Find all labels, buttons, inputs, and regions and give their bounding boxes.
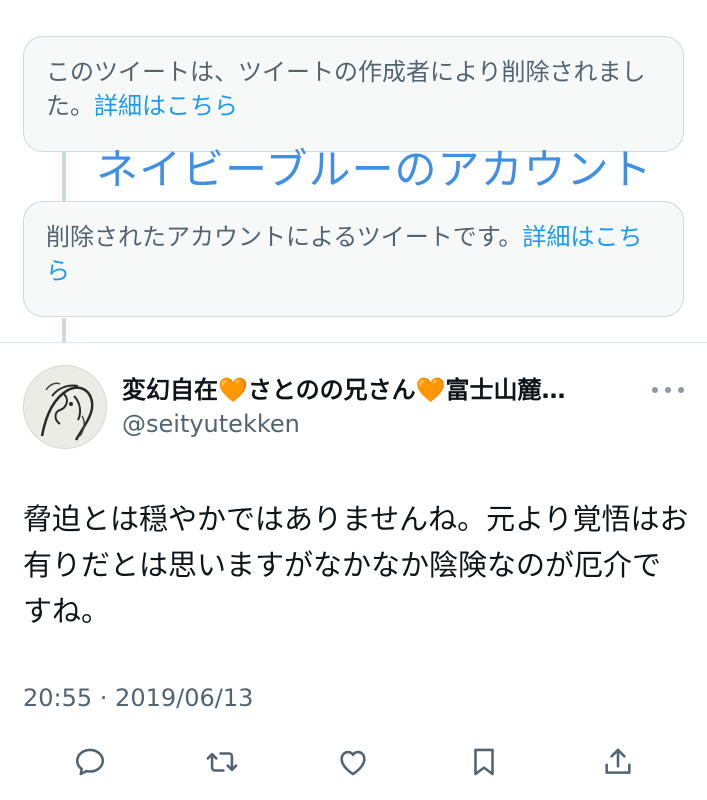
tweet-timestamp[interactable]: 20:55 · 2019/06/13 bbox=[23, 680, 253, 716]
avatar-sketch-image bbox=[24, 366, 106, 448]
like-icon bbox=[340, 750, 366, 776]
retweet-icon bbox=[206, 752, 238, 772]
share-button[interactable] bbox=[596, 736, 640, 788]
overlay-annotation: ネイビーブルーのアカウント bbox=[96, 145, 653, 194]
tweet-actions-bar bbox=[0, 736, 707, 788]
more-options-icon[interactable] bbox=[652, 376, 684, 404]
deleted-account-tweet-card: 削除されたアカウントによるツイートです。詳細はこちら bbox=[23, 201, 684, 317]
author-handle[interactable]: @seityutekken bbox=[122, 406, 300, 442]
author-name[interactable]: 変幻自在🧡さとのの兄さん🧡富士山麓… bbox=[122, 372, 642, 408]
bookmark-button[interactable] bbox=[462, 736, 506, 788]
thread-connector-line bbox=[62, 318, 66, 342]
avatar[interactable] bbox=[23, 365, 107, 449]
deleted-account-text: 削除されたアカウントによるツイートです。 bbox=[46, 223, 523, 251]
retweet-button[interactable] bbox=[200, 736, 244, 788]
reply-button[interactable] bbox=[68, 736, 112, 788]
bookmark-icon bbox=[474, 748, 494, 776]
deleted-tweet-card: このツイートは、ツイートの作成者により削除されました。詳細はこちら bbox=[23, 36, 684, 152]
thread-connector-line bbox=[62, 150, 66, 202]
reply-icon bbox=[75, 748, 105, 776]
learn-more-link[interactable]: 詳細はこちら bbox=[94, 92, 238, 120]
like-button[interactable] bbox=[331, 736, 375, 788]
tweet-body: 脅迫とは穏やかではありませんね。元より覚悟はお有りだとは思いますがなかなか陰険な… bbox=[23, 502, 689, 628]
divider bbox=[0, 342, 707, 343]
share-icon bbox=[605, 748, 631, 774]
